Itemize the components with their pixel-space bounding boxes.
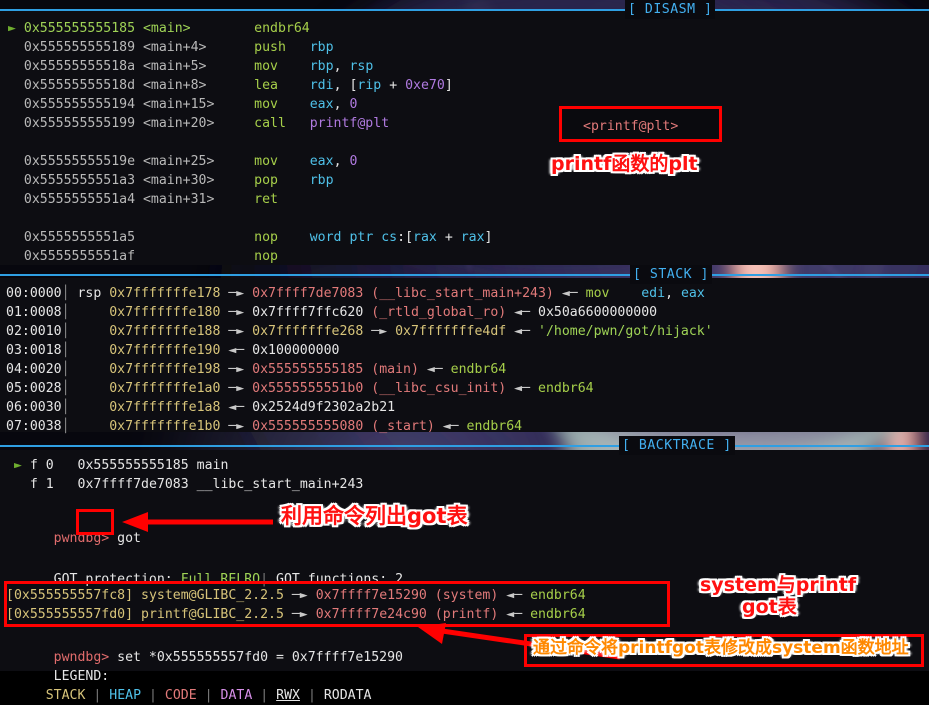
legend-item-code: CODE [164,688,197,703]
prompt-line-got[interactable]: pwndbg> got [6,510,141,546]
prompt-label: pwndbg> [53,531,110,546]
stack-row: 07:0038│ 0x7fffffffe1b0 ─► 0x55555555508… [6,419,523,434]
legend-item-rodata: RODATA [323,688,372,703]
got-protection-line: GOT protection: Full RELRO| GOT function… [6,551,403,587]
backtrace-rule [0,445,929,447]
disasm-row: 0x5555555551a5 nop word ptr cs:[rax + ra… [23,230,493,245]
stack-row: 06:0030│ 0x7fffffffe1a8 ◄─ 0x2524d9f2302… [6,400,396,415]
backtrace-row: f 1 0x7ffff7de7083 __libc_start_main+243 [29,477,364,492]
got-functions-label: GOT functions: [276,572,388,587]
stack-row: 05:0028│ 0x7fffffffe1a0 ─► 0x5555555551b… [6,381,594,396]
stack-row: 03:0018│ 0x7fffffffe190 ◄─ 0x100000000 [6,343,340,358]
legend-item-heap: HEAP [109,688,142,703]
got-protection-value: Full RELRO [180,572,261,587]
disasm-row: 0x55555555519e <main+25> mov eax, 0 [23,154,358,169]
got-line-sep: | [260,572,269,587]
disasm-header: [ DISASM ] [0,0,929,19]
got-entry-row: [0x555555557fc8] system@GLIBC_2.2.5 ─► 0… [6,588,586,603]
disasm-row [8,133,16,152]
got-command-input[interactable]: got [117,529,141,548]
disasm-row: 0x55555555518a <main+5> mov rbp, rsp [23,59,374,74]
stack-row: 00:0000│ rsp 0x7fffffffe178 ─► 0x7ffff7d… [6,286,705,301]
disasm-row: ► 0x555555555185 <main> endbr64 [8,21,310,36]
backtrace-row: ► f 0 0x555555555185 main [14,458,229,473]
stack-row: 01:0008│ 0x7fffffffe180 ─► 0x7ffff7ffc62… [6,305,658,320]
stack-row: 02:0010│ 0x7fffffffe188 ─► 0x7fffffffe26… [6,324,713,339]
disasm-row: 0x555555555194 <main+15> mov eax, 0 [23,97,358,112]
stack-row: 04:0020│ 0x7fffffffe198 ─► 0x55555555518… [6,362,507,377]
disasm-row: 0x555555555189 <main+4> push rbp [23,40,334,55]
backtrace-title: [ BACKTRACE ] [619,436,735,455]
prompt-line-set[interactable]: pwndbg> set *0x555555557fd0 = 0x7ffff7e1… [6,629,403,665]
stack-title: [ STACK ] [630,265,712,284]
disasm-row: 0x555555555199 <main+20> call printf@plt [23,116,390,131]
legend-item-stack: STACK [45,688,86,703]
disasm-rule [0,9,929,11]
terminal-window[interactable]: [ DISASM ] ► 0x555555555185 <main> endbr… [0,0,929,703]
legend-item-data: DATA [220,688,253,703]
legend-label: LEGEND: [53,669,110,684]
backtrace-header: [ BACKTRACE ] [0,436,929,455]
disasm-row: 0x5555555551a3 <main+30> pop rbp [23,173,334,188]
disasm-row: 0x5555555551af nop [23,249,310,264]
disasm-title: [ DISASM ] [625,0,716,19]
legend-item-rwx: RWX [276,688,300,703]
disasm-row: 0x55555555518d <main+8> lea rdi, [rip + … [23,78,453,93]
got-protection-label: GOT protection: [53,572,173,587]
disasm-row [8,209,16,228]
stack-header: [ STACK ] [0,265,929,284]
got-entry-row: [0x555555557fd0] printf@GLIBC_2.2.5 ─► 0… [6,607,586,622]
stack-rule [0,274,929,276]
legend-row: LEGEND: STACK | HEAP | CODE | DATA | RWX… [45,669,372,703]
got-functions-value: 2 [395,572,404,587]
disasm-row: 0x5555555551a4 <main+31> ret [23,192,310,207]
